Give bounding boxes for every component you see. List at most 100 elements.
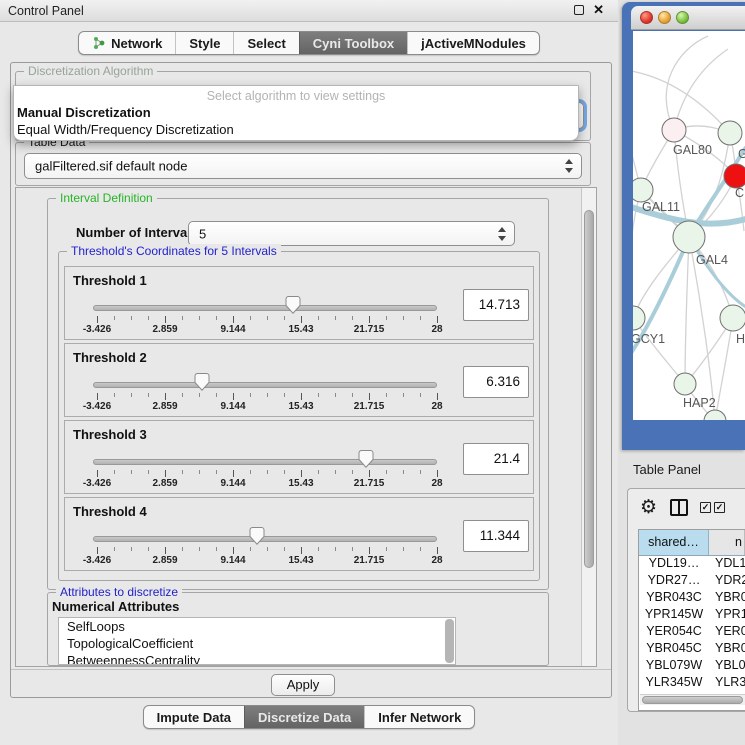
network-graph: GAL80GCGAL11GAL4GCY1HHAP2 xyxy=(633,31,745,420)
slider-thumb[interactable] xyxy=(195,373,210,396)
attribute-list-item[interactable]: SelfLoops xyxy=(59,618,455,635)
network-node[interactable] xyxy=(724,164,745,188)
table-cell[interactable]: YDL1 xyxy=(709,556,745,573)
minor-tick xyxy=(250,316,251,320)
attribute-list-item[interactable]: TopologicalCoefficient xyxy=(59,635,455,652)
minor-tick xyxy=(403,393,404,397)
table-data-combobox[interactable]: galFiltered.sif default node xyxy=(24,153,582,179)
scrollbar-thumb[interactable] xyxy=(642,696,743,704)
table-cell[interactable]: YBL079W xyxy=(639,658,709,675)
slider-thumb[interactable] xyxy=(286,296,301,319)
major-tick xyxy=(233,393,234,400)
major-tick xyxy=(369,393,370,400)
tab-network[interactable]: Network xyxy=(79,32,175,54)
network-node[interactable] xyxy=(720,305,745,331)
table-cell[interactable]: YPR145W xyxy=(639,607,709,624)
zoom-traffic-light-icon[interactable] xyxy=(676,11,689,24)
float-window-icon[interactable] xyxy=(574,5,584,15)
scrollbar-thumb[interactable] xyxy=(584,210,594,568)
checkbox-icon[interactable]: ✓ xyxy=(714,502,725,513)
table-row[interactable]: YPR145WYPR1 xyxy=(639,607,745,624)
threshold-label: Threshold 1 xyxy=(73,273,147,288)
table-cell[interactable]: YPR1 xyxy=(709,607,745,624)
tab-cyni-toolbox[interactable]: Cyni Toolbox xyxy=(299,32,407,54)
slider-tick-labels: -3.4262.8599.14415.4321.71528 xyxy=(65,401,533,413)
tab-infer-network[interactable]: Infer Network xyxy=(364,706,474,728)
checkbox-icon[interactable]: ✓ xyxy=(700,502,711,513)
table-row[interactable]: YER054CYER0 xyxy=(639,624,745,641)
network-node[interactable] xyxy=(674,373,696,395)
table-row[interactable]: YDL19…YDL1 xyxy=(639,556,745,573)
table-cell[interactable]: YER054C xyxy=(639,624,709,641)
slider-track[interactable] xyxy=(93,536,437,542)
columns-icon[interactable] xyxy=(670,499,688,516)
minor-tick xyxy=(216,316,217,320)
dropdown-item-equal-width[interactable]: Equal Width/Frequency Discretization xyxy=(17,122,234,137)
slider-thumb[interactable] xyxy=(249,527,264,550)
list-scrollbar[interactable] xyxy=(445,619,454,663)
num-intervals-label: Number of Intervals xyxy=(76,225,198,240)
pane-vertical-scrollbar[interactable] xyxy=(581,188,596,666)
minimize-traffic-light-icon[interactable] xyxy=(658,11,671,24)
network-node[interactable] xyxy=(633,178,653,202)
tab-style[interactable]: Style xyxy=(175,32,233,54)
tab-select[interactable]: Select xyxy=(233,32,298,54)
table-cell[interactable]: YBR045C xyxy=(639,641,709,658)
slider-thumb[interactable] xyxy=(358,450,373,473)
slider-track[interactable] xyxy=(93,305,437,311)
tab-discretize-data[interactable]: Discretize Data xyxy=(244,706,364,728)
table-row[interactable]: YBR043CYBR0 xyxy=(639,590,745,607)
major-tick xyxy=(233,316,234,323)
network-edge[interactable] xyxy=(685,237,689,384)
table-cell[interactable]: YDR27… xyxy=(639,573,709,590)
dropdown-item-manual[interactable]: Manual Discretization xyxy=(17,105,151,120)
threshold-value-field[interactable]: 21.4 xyxy=(463,443,529,475)
network-node[interactable] xyxy=(633,306,645,330)
table-row[interactable]: YLR345WYLR3 xyxy=(639,675,745,692)
algorithm-dropdown-popup: Select algorithm to view settings Manual… xyxy=(13,85,579,141)
table-cell[interactable]: YBR0 xyxy=(709,641,745,658)
slider-track[interactable] xyxy=(93,382,437,388)
tab-impute-data[interactable]: Impute Data xyxy=(144,706,244,728)
attribute-list-item[interactable]: BetweennessCentrality xyxy=(59,652,455,665)
network-edge[interactable] xyxy=(674,49,728,130)
network-node[interactable] xyxy=(662,118,686,142)
threshold-value-field[interactable]: 14.713 xyxy=(463,289,529,321)
num-intervals-combobox[interactable]: 5 xyxy=(188,221,515,246)
numerical-attributes-list: SelfLoopsTopologicalCoefficientBetweenne… xyxy=(58,617,456,665)
table-horizontal-scrollbar[interactable] xyxy=(640,694,745,705)
table-cell[interactable]: YBL0 xyxy=(709,658,745,675)
tab-jactivemnodules[interactable]: jActiveMNodules xyxy=(407,32,539,54)
close-icon[interactable]: ✕ xyxy=(593,4,604,16)
table-cell[interactable]: YDL19… xyxy=(639,556,709,573)
column-header-name[interactable]: n xyxy=(709,530,745,555)
network-canvas[interactable]: GAL80GCGAL11GAL4GCY1HHAP2 xyxy=(633,31,745,420)
table-cell[interactable]: YBR0 xyxy=(709,590,745,607)
network-node[interactable] xyxy=(718,121,742,145)
column-header-shared-name[interactable]: shared… xyxy=(639,530,709,555)
table-row[interactable]: YBL079WYBL0 xyxy=(639,658,745,675)
gear-icon[interactable]: ⚙ xyxy=(640,496,657,518)
tick-label: 9.144 xyxy=(220,478,245,489)
minor-tick xyxy=(114,470,115,474)
table-cell[interactable]: YER0 xyxy=(709,624,745,641)
table-cell[interactable]: YLR3 xyxy=(709,675,745,692)
table-row[interactable]: YDR27…YDR2 xyxy=(639,573,745,590)
table-cell[interactable]: YBR043C xyxy=(639,590,709,607)
network-edge[interactable] xyxy=(666,36,708,130)
network-node[interactable] xyxy=(673,221,705,253)
tick-label: 28 xyxy=(431,401,442,412)
network-edge[interactable] xyxy=(633,318,685,384)
network-node[interactable] xyxy=(704,410,726,420)
table-row[interactable]: YBR045CYBR0 xyxy=(639,641,745,658)
threshold-value-field[interactable]: 11.344 xyxy=(463,520,529,552)
apply-button[interactable]: Apply xyxy=(271,674,335,696)
slider-track[interactable] xyxy=(93,459,437,465)
close-traffic-light-icon[interactable] xyxy=(640,11,653,24)
minor-tick xyxy=(403,470,404,474)
network-edge[interactable] xyxy=(715,318,733,420)
threshold-value-field[interactable]: 6.316 xyxy=(463,366,529,398)
table-cell[interactable]: YLR345W xyxy=(639,675,709,692)
interval-definition-group: Interval Definition Number of Intervals … xyxy=(47,198,549,590)
table-cell[interactable]: YDR2 xyxy=(709,573,745,590)
